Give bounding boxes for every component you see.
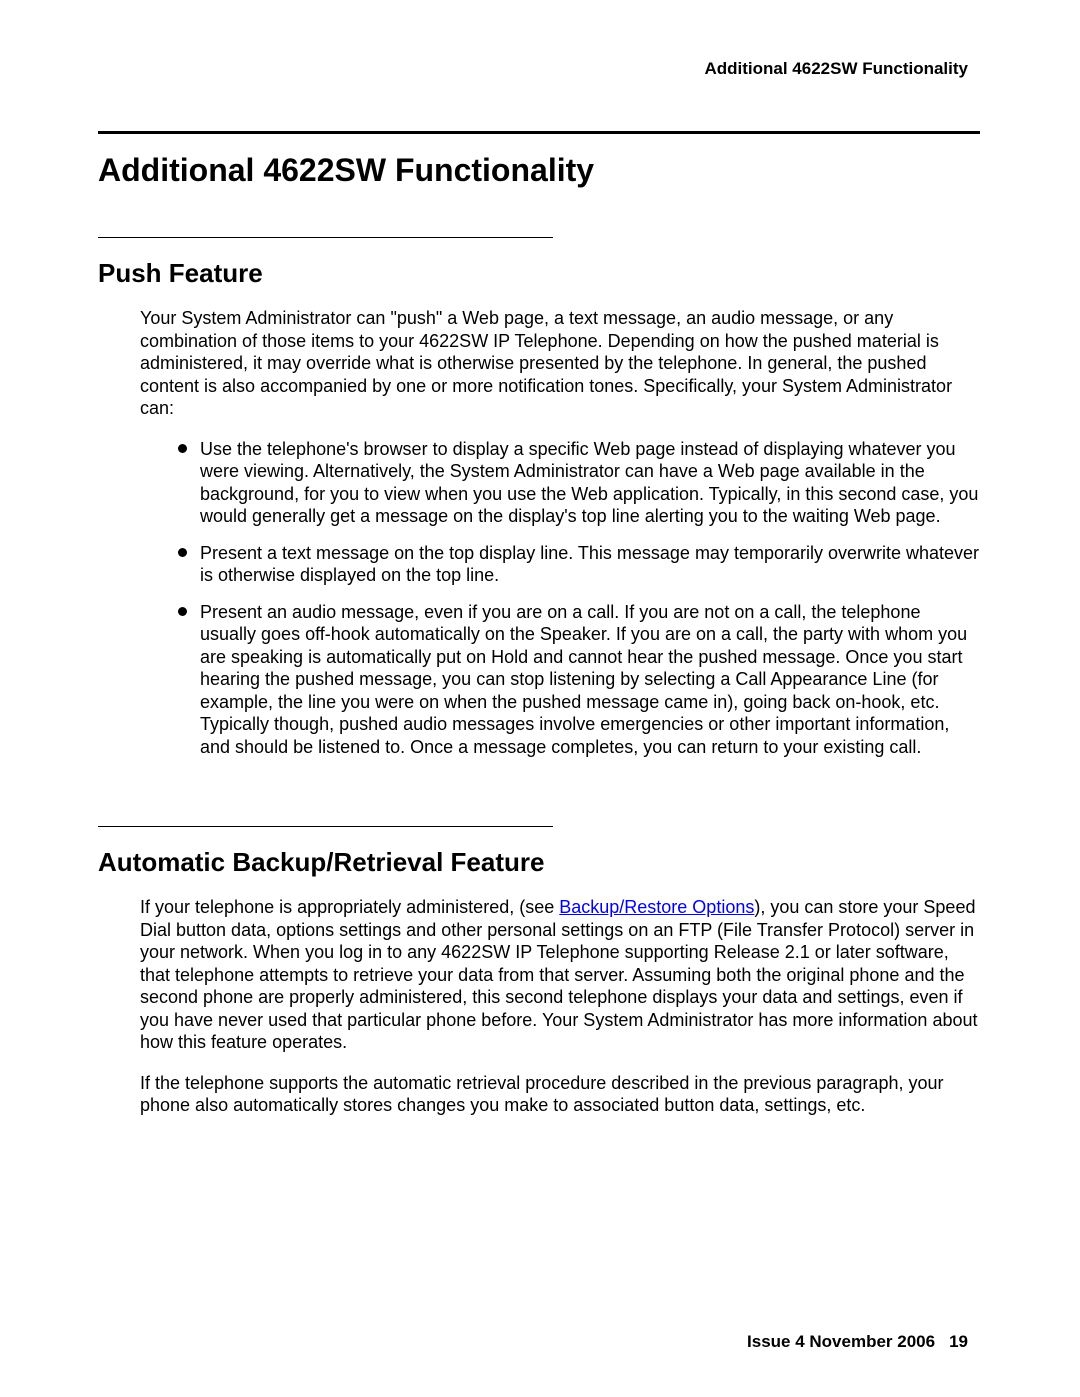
section1-heading: Push Feature xyxy=(98,258,980,289)
main-heading: Additional 4622SW Functionality xyxy=(98,152,980,189)
section1-intro: Your System Administrator can "push" a W… xyxy=(140,307,980,420)
page-number: 19 xyxy=(949,1332,968,1351)
section2-para2: If the telephone supports the automatic … xyxy=(140,1072,980,1117)
section2-para1: If your telephone is appropriately admin… xyxy=(140,896,980,1054)
section2-heading: Automatic Backup/Retrieval Feature xyxy=(98,847,980,878)
section2-para1-post: ), you can store your Speed Dial button … xyxy=(140,897,977,1052)
page-footer: Issue 4 November 2006 19 xyxy=(747,1332,968,1352)
issue-text: Issue 4 November 2006 xyxy=(747,1332,935,1351)
section1-rule xyxy=(98,237,553,238)
section2-rule xyxy=(98,826,553,827)
list-item: Present an audio message, even if you ar… xyxy=(178,601,980,759)
list-item: Use the telephone's browser to display a… xyxy=(178,438,980,528)
main-title-rule xyxy=(98,131,980,134)
section2-para1-pre: If your telephone is appropriately admin… xyxy=(140,897,559,917)
running-header: Additional 4622SW Functionality xyxy=(98,59,980,79)
backup-restore-link[interactable]: Backup/Restore Options xyxy=(559,897,754,917)
list-item: Present a text message on the top displa… xyxy=(178,542,980,587)
section1-bullets: Use the telephone's browser to display a… xyxy=(178,438,980,759)
